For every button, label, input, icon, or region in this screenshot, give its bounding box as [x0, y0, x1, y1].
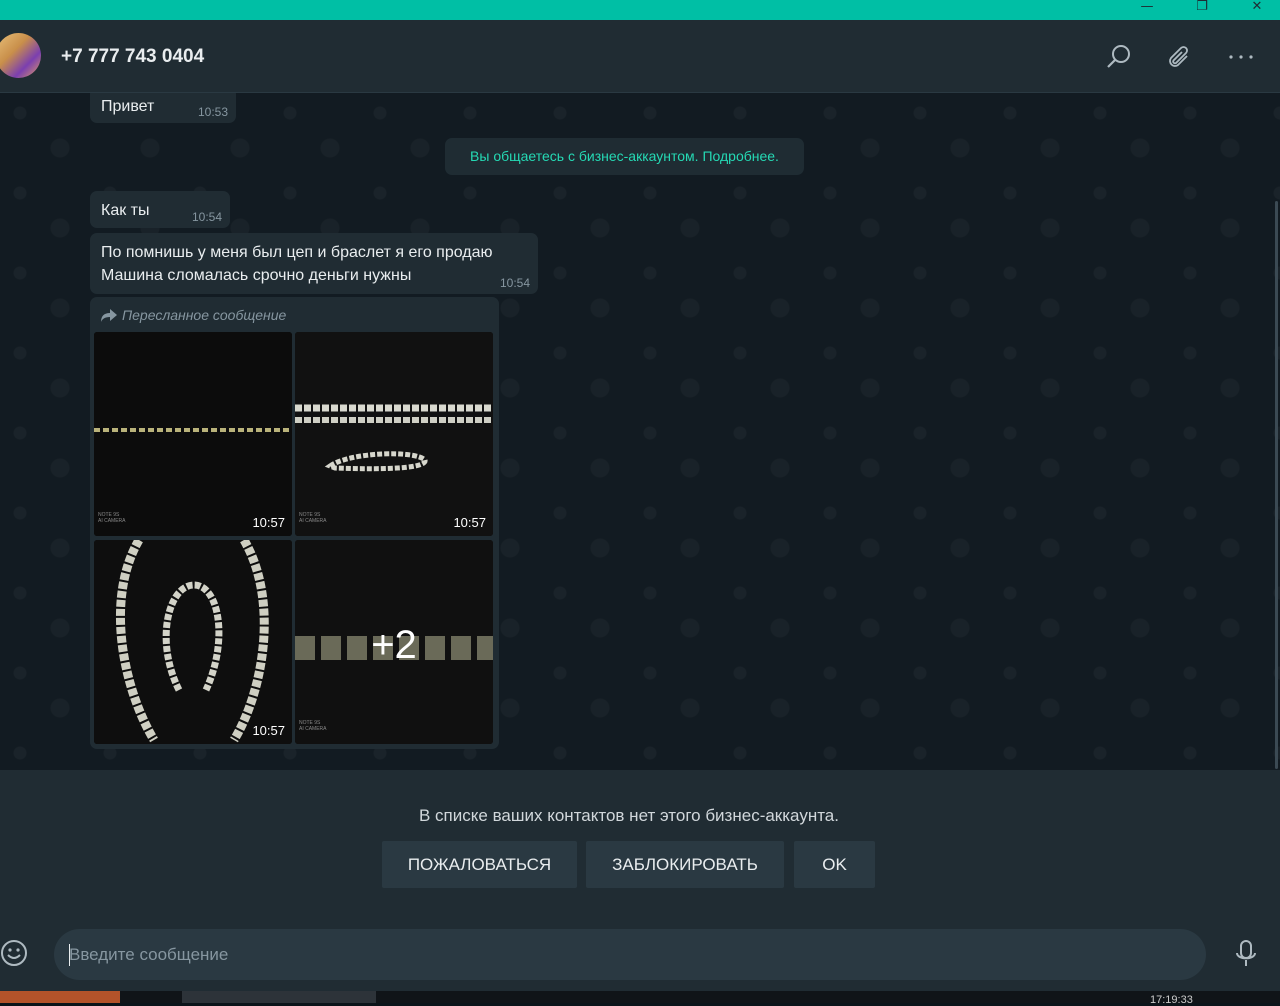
message-bubble[interactable]: По помнишь у меня был цеп и браслет я ег…	[90, 233, 538, 294]
ok-button[interactable]: OK	[794, 841, 875, 888]
chat-area: Привет 10:53 Вы общаетесь с бизнес-аккау…	[0, 93, 1280, 770]
forwarded-label: Пересланное сообщение	[122, 307, 287, 323]
taskbar-app[interactable]	[182, 991, 376, 1003]
contact-name[interactable]: +7 777 743 0404	[61, 46, 204, 68]
photo-time: 10:57	[252, 515, 285, 530]
emoji-icon[interactable]	[0, 939, 28, 967]
message-input[interactable]	[54, 929, 1206, 980]
more-photos-count: +2	[371, 623, 417, 667]
taskbar-clock: 17:19:33	[1150, 994, 1193, 1006]
message-text: По помнишь у меня был цеп и браслет я ег…	[101, 244, 493, 284]
chat-header: +7 777 743 0404	[0, 20, 1280, 93]
os-taskbar: 17:19:33	[0, 991, 1280, 1006]
message-time: 10:54	[499, 276, 530, 290]
camera-watermark: NOTE 9S AI CAMERA	[299, 512, 327, 524]
photo-time: 10:57	[252, 723, 285, 738]
report-button[interactable]: ПОЖАЛОВАТЬСЯ	[382, 841, 577, 888]
message-text: Как ты	[101, 202, 150, 219]
taskbar-app[interactable]	[0, 991, 120, 1003]
message-bubble[interactable]: Привет 10:53	[90, 93, 236, 123]
forwarded-album[interactable]: Пересланное сообщение NOTE 9S AI CAMERA …	[90, 297, 499, 749]
microphone-icon[interactable]	[1232, 939, 1260, 969]
chain-photo	[94, 540, 292, 744]
message-text: Привет	[101, 98, 155, 115]
unknown-contact-text: В списке ваших контактов нет этого бизне…	[419, 806, 839, 825]
maximize-button[interactable]: ❐	[1179, 0, 1225, 20]
unknown-contact-panel: В списке ваших контактов нет этого бизне…	[0, 770, 1280, 909]
message-time: 10:53	[197, 105, 228, 119]
attach-icon[interactable]	[1165, 42, 1195, 72]
chat-scrollbar[interactable]	[1275, 201, 1278, 769]
camera-watermark: NOTE 9S AI CAMERA	[98, 512, 126, 524]
message-time: 10:54	[191, 210, 222, 224]
photo-time: 10:57	[453, 515, 486, 530]
message-bubble[interactable]: Как ты 10:54	[90, 191, 230, 228]
close-button[interactable]: ✕	[1234, 0, 1280, 20]
avatar[interactable]	[0, 33, 41, 78]
photo-thumbnail[interactable]: NOTE 9S AI CAMERA 10:57	[295, 332, 493, 536]
text-caret	[69, 944, 70, 966]
business-account-notice[interactable]: Вы общаетесь с бизнес-аккаунтом. Подробн…	[445, 138, 804, 175]
chain-photo	[295, 332, 493, 536]
search-icon[interactable]	[1104, 42, 1134, 72]
window-titlebar: — ❐ ✕	[0, 0, 1280, 20]
chain-photo	[94, 332, 292, 536]
block-button[interactable]: ЗАБЛОКИРОВАТЬ	[586, 841, 784, 888]
forward-icon	[101, 309, 117, 322]
photo-thumbnail[interactable]: NOTE 9S AI CAMERA 10:57	[94, 332, 292, 536]
minimize-button[interactable]: —	[1124, 0, 1170, 20]
photo-thumbnail-more[interactable]: NOTE 9S AI CAMERA +2	[295, 540, 493, 744]
more-icon[interactable]	[1226, 42, 1256, 72]
photo-thumbnail[interactable]: 10:57	[94, 540, 292, 744]
message-composer	[0, 909, 1280, 991]
